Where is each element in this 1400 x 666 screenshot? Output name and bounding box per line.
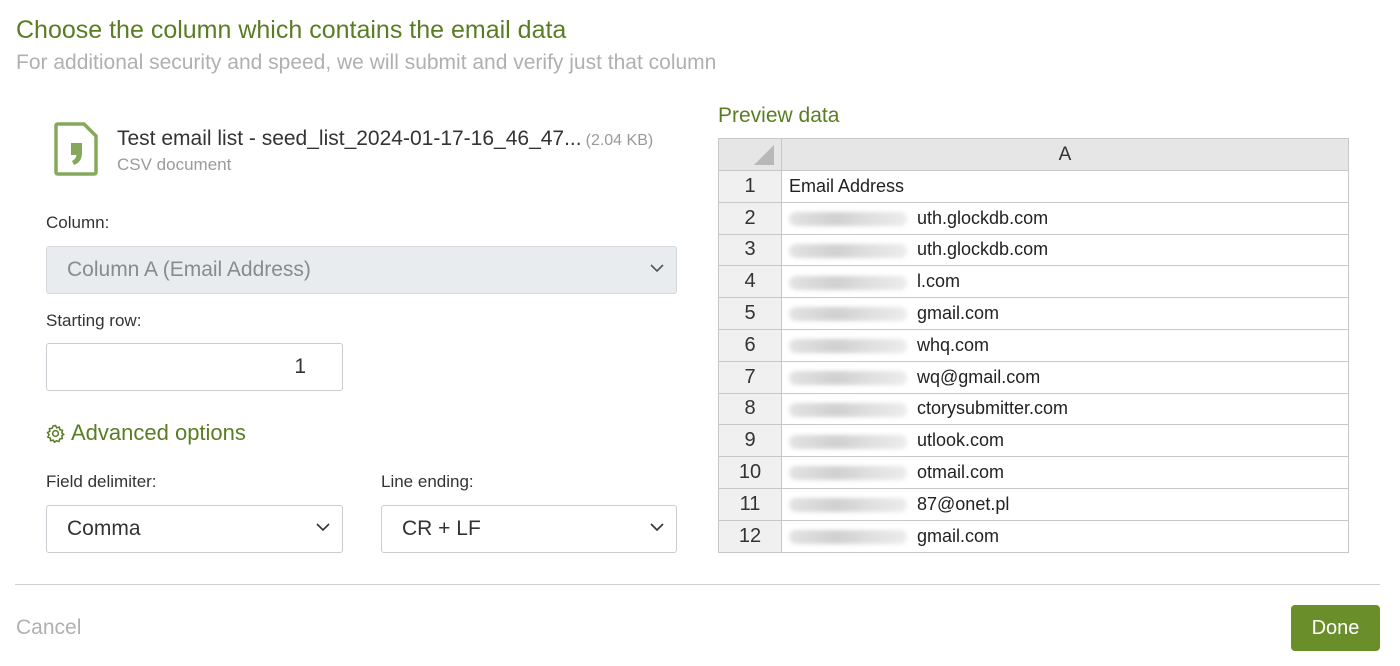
file-info: Test email list - seed_list_2024-01-17-1… bbox=[54, 122, 684, 178]
field-delimiter-select[interactable]: Comma bbox=[46, 505, 343, 553]
table-row: 5 gmail.com bbox=[718, 297, 1349, 330]
cell-value: uth.glockdb.com bbox=[917, 207, 1049, 228]
table-cell: gmail.com bbox=[781, 519, 1349, 553]
table-row: 6 whq.com bbox=[718, 328, 1349, 362]
cell-value: 87@onet.pl bbox=[917, 493, 1010, 514]
cell-value: uth.glockdb.com bbox=[917, 239, 1049, 260]
page-subtitle: For additional security and speed, we wi… bbox=[16, 51, 717, 74]
row-number: 1 bbox=[718, 170, 782, 203]
redacted-text bbox=[789, 243, 907, 258]
redacted-text bbox=[789, 402, 907, 417]
table-cell: otmail.com bbox=[781, 456, 1349, 489]
cell-value: whq.com bbox=[917, 334, 990, 355]
cell-value: wq@gmail.com bbox=[917, 366, 1041, 387]
table-row: 7 wq@gmail.com bbox=[718, 360, 1349, 394]
cell-value: ctorysubmitter.com bbox=[917, 398, 1069, 419]
table-corner bbox=[718, 138, 782, 171]
footer-divider bbox=[15, 584, 1380, 585]
cancel-button[interactable]: Cancel bbox=[16, 614, 81, 642]
page-title: Choose the column which contains the ema… bbox=[16, 16, 567, 44]
redacted-text bbox=[789, 370, 907, 385]
cell-value: utlook.com bbox=[917, 430, 1005, 451]
table-cell: gmail.com bbox=[781, 297, 1349, 330]
line-ending-label: Line ending: bbox=[381, 472, 474, 491]
field-delimiter-label: Field delimiter: bbox=[46, 472, 157, 491]
cell-value: gmail.com bbox=[917, 525, 1000, 546]
chevron-down-icon bbox=[650, 264, 664, 273]
advanced-options-label: Advanced options bbox=[71, 420, 246, 445]
redacted-text bbox=[789, 529, 907, 544]
table-row: 11 87@onet.pl bbox=[718, 487, 1349, 521]
table-cell: Email Address bbox=[781, 170, 1349, 203]
redacted-text bbox=[789, 275, 907, 290]
table-cell: 87@onet.pl bbox=[781, 487, 1349, 521]
table-row: 3 uth.glockdb.com bbox=[718, 233, 1349, 267]
starting-row-input[interactable]: 1 bbox=[46, 343, 343, 391]
row-number: 3 bbox=[718, 233, 782, 267]
redacted-text bbox=[789, 498, 907, 513]
table-cell: l.com bbox=[781, 265, 1349, 299]
cell-value: l.com bbox=[917, 271, 961, 292]
table-row: 8 ctorysubmitter.com bbox=[718, 392, 1349, 426]
row-number: 8 bbox=[718, 392, 782, 426]
table-cell: wq@gmail.com bbox=[781, 360, 1349, 394]
table-cell: whq.com bbox=[781, 328, 1349, 362]
redacted-text bbox=[789, 307, 907, 322]
row-number: 2 bbox=[718, 201, 782, 235]
row-number: 9 bbox=[718, 424, 782, 458]
line-ending-select[interactable]: CR + LF bbox=[381, 505, 677, 553]
row-number: 4 bbox=[718, 265, 782, 299]
table-cell: uth.glockdb.com bbox=[781, 233, 1349, 267]
column-select[interactable]: Column A (Email Address) bbox=[46, 246, 677, 294]
table-cell: utlook.com bbox=[781, 424, 1349, 458]
gear-icon bbox=[46, 424, 65, 443]
redacted-text bbox=[789, 211, 907, 226]
table-row: 12 gmail.com bbox=[718, 519, 1349, 553]
file-name: Test email list - seed_list_2024-01-17-1… bbox=[117, 127, 654, 150]
preview-title: Preview data bbox=[718, 104, 840, 127]
preview-table: A 1 Email Address 2 uth.glockdb.com 3 uth.glo… bbox=[718, 138, 1349, 553]
column-header-a[interactable]: A bbox=[781, 138, 1349, 171]
line-ending-value: CR + LF bbox=[402, 517, 481, 540]
row-number: 10 bbox=[718, 456, 782, 489]
table-row: 10 otmail.com bbox=[718, 456, 1349, 489]
done-button[interactable]: Done bbox=[1291, 605, 1380, 651]
row-number: 7 bbox=[718, 360, 782, 394]
column-select-value: Column A (Email Address) bbox=[67, 258, 311, 281]
row-number: 6 bbox=[718, 328, 782, 362]
row-number: 5 bbox=[718, 297, 782, 330]
redacted-text bbox=[789, 466, 907, 481]
field-delimiter-value: Comma bbox=[67, 517, 141, 540]
table-row: 4 l.com bbox=[718, 265, 1349, 299]
cell-value: otmail.com bbox=[917, 462, 1005, 483]
cell-value: gmail.com bbox=[917, 303, 1000, 324]
cell-value: Email Address bbox=[789, 175, 905, 196]
chevron-down-icon bbox=[650, 523, 664, 532]
file-quote-icon bbox=[54, 122, 98, 176]
file-size: (2.04 KB) bbox=[585, 132, 654, 149]
row-number: 12 bbox=[718, 519, 782, 553]
table-row: 9 utlook.com bbox=[718, 424, 1349, 458]
advanced-options-toggle[interactable]: Advanced options bbox=[46, 420, 246, 446]
row-number: 11 bbox=[718, 487, 782, 521]
column-label: Column: bbox=[46, 213, 110, 232]
table-cell: uth.glockdb.com bbox=[781, 201, 1349, 235]
redacted-text bbox=[789, 434, 907, 449]
redacted-text bbox=[789, 339, 907, 354]
corner-triangle-icon bbox=[754, 145, 774, 165]
file-type: CSV document bbox=[117, 155, 232, 174]
chevron-down-icon bbox=[316, 523, 330, 532]
table-cell: ctorysubmitter.com bbox=[781, 392, 1349, 426]
table-row: 1 Email Address bbox=[718, 170, 1349, 203]
table-row: 2 uth.glockdb.com bbox=[718, 201, 1349, 235]
starting-row-label: Starting row: bbox=[46, 311, 142, 330]
